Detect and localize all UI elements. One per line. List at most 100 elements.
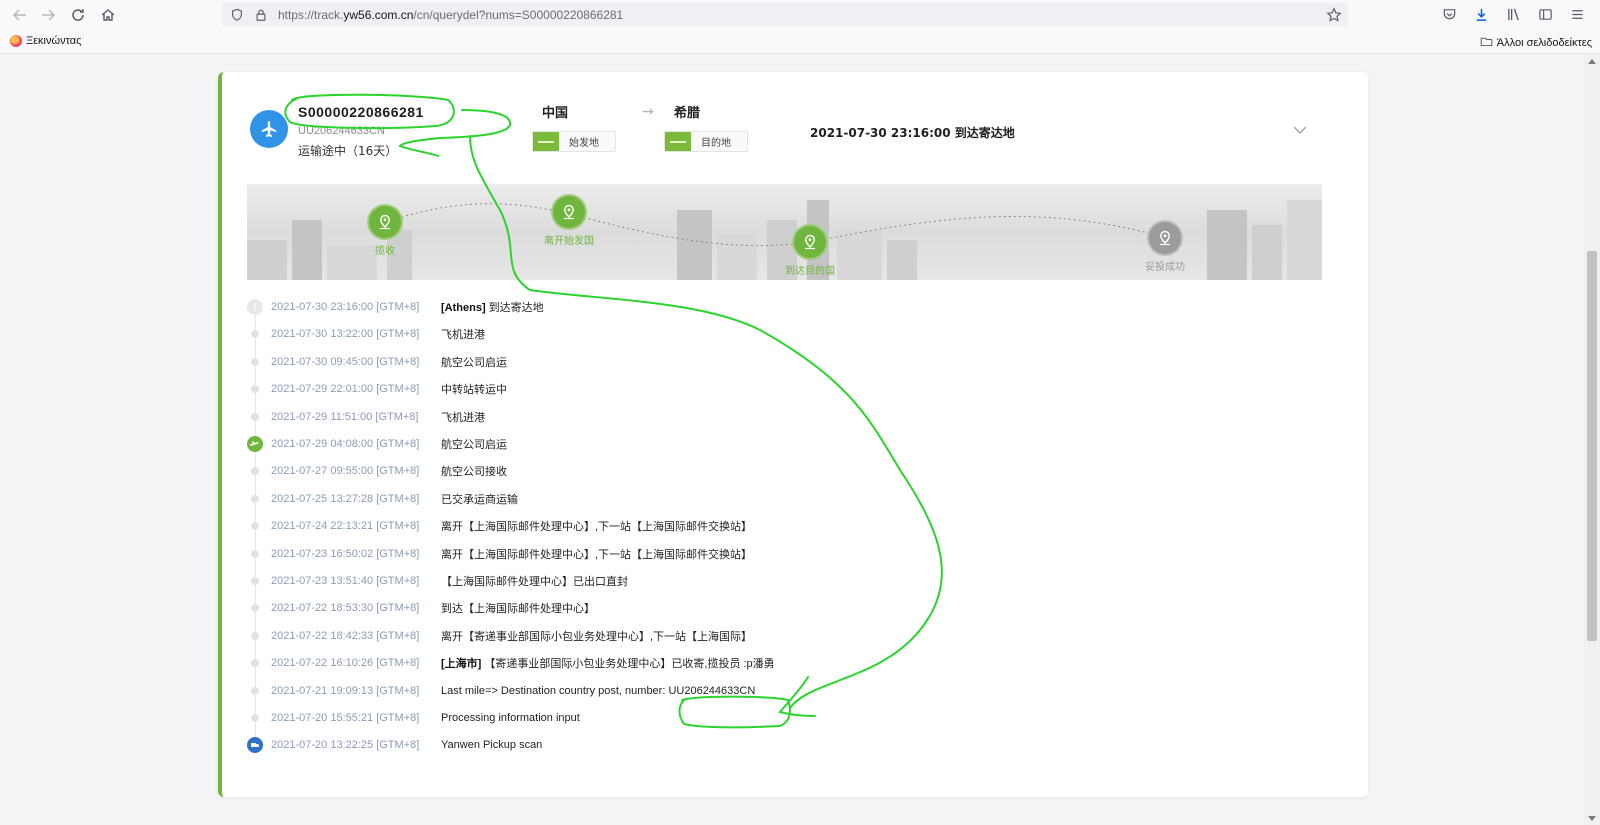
- event-description: 离开【上海国际邮件处理中心】,下一站【上海国际邮件交换站】: [441, 546, 752, 562]
- plane-takeoff-icon: [247, 436, 263, 452]
- event-time: 2021-07-20 15:55:21 [GTM+8]: [271, 712, 420, 724]
- sidebar-icon[interactable]: [1536, 5, 1554, 23]
- folder-icon: [1480, 35, 1493, 51]
- page-content: S00000220866281 UU206244633CN 运输途中（16天） …: [0, 55, 1584, 825]
- forward-icon[interactable]: [34, 1, 62, 29]
- event-location: [上海市]: [441, 658, 482, 671]
- event-text: 到达【上海国际邮件处理中心】: [441, 603, 595, 616]
- event-time: 2021-07-29 22:01:00 [GTM+8]: [271, 383, 420, 396]
- event-time: 2021-07-21 19:09:13 [GTM+8]: [271, 684, 420, 697]
- flag-icon: [665, 132, 691, 151]
- arrow-right-icon: →: [642, 104, 654, 120]
- event-text: Last mile=> Destination country post, nu…: [441, 684, 756, 697]
- event-description: Last mile=> Destination country post, nu…: [441, 685, 755, 697]
- event-description: 中转站转运中: [441, 381, 507, 397]
- milestone-label: 妥投成功: [1145, 262, 1185, 273]
- menu-icon[interactable]: [1568, 5, 1586, 23]
- plane-icon: [250, 110, 288, 148]
- event-text: Yanwen Pickup scan: [441, 739, 543, 752]
- milestone-label: 到达目的国: [785, 266, 835, 277]
- event-time: 2021-07-30 09:45:00 [GTM+8]: [271, 355, 420, 368]
- shipment-card: S00000220866281 UU206244633CN 运输途中（16天） …: [218, 72, 1368, 797]
- event-text: 离开【上海国际邮件处理中心】,下一站【上海国际邮件交换站】: [441, 548, 753, 561]
- event-text: 中转站转运中: [441, 384, 507, 397]
- truck-icon: [247, 737, 263, 754]
- bookmark-other[interactable]: Άλλοι σελιδοδείκτες: [1480, 35, 1592, 51]
- location-pin-icon: [367, 204, 403, 240]
- event-text: 航空公司启运: [441, 439, 507, 451]
- event-text: 离开【寄递事业部国际小包业务处理中心】,下一站【上海国际】: [441, 630, 753, 643]
- sub-tracking-number: UU206244633CN: [298, 125, 385, 137]
- lock-icon[interactable]: [254, 7, 270, 23]
- event-time: 2021-07-22 16:10:26 [GTM+8]: [271, 657, 420, 670]
- event-location: [Athens]: [441, 302, 486, 314]
- event-description: 离开【寄递事业部国际小包业务处理中心】,下一站【上海国际】: [441, 628, 752, 644]
- browser-toolbar: https://track.yw56.com.cn/cn/querydel?nu…: [0, 0, 1600, 30]
- url-bar[interactable]: https://track.yw56.com.cn/cn/querydel?nu…: [222, 3, 1348, 27]
- timeline-dot: [251, 714, 259, 722]
- bookmark-other-label: Άλλοι σελιδοδείκτες: [1496, 37, 1592, 49]
- event-time: 2021-07-24 22:13:21 [GTM+8]: [271, 520, 420, 533]
- reload-icon[interactable]: [64, 1, 92, 29]
- event-description: [Athens] 到达寄达地: [441, 299, 544, 315]
- download-icon[interactable]: [1472, 5, 1490, 23]
- event-time: 2021-07-23 13:51:40 [GTM+8]: [271, 575, 420, 587]
- event-time: 2021-07-22 18:53:30 [GTM+8]: [271, 602, 420, 615]
- milestone-label: 离开始发国: [544, 236, 594, 247]
- scroll-down-icon[interactable]: [1588, 816, 1596, 821]
- url-text[interactable]: https://track.yw56.com.cn/cn/querydel?nu…: [278, 8, 623, 22]
- event-description: 飞机进港: [441, 409, 485, 425]
- timeline-dot: [251, 330, 259, 339]
- tracking-number[interactable]: S00000220866281: [298, 104, 424, 120]
- event-time: 2021-07-27 09:55:00 [GTM+8]: [271, 465, 420, 478]
- timeline-dot: [251, 357, 259, 366]
- milestone-pickup: 揽收: [367, 204, 403, 257]
- origin-tag-label: 始发地: [569, 138, 599, 149]
- location-pin-icon: [1147, 220, 1183, 256]
- event-description: Processing information input: [441, 712, 580, 724]
- origin-tag: 始发地: [532, 131, 616, 152]
- milestone-label: 揽收: [375, 246, 395, 257]
- milestone-arrived-destination: 到达目的国: [785, 224, 835, 277]
- library-icon[interactable]: [1504, 5, 1522, 23]
- bookmark-getting-started[interactable]: Ξεκινώντας: [10, 35, 81, 47]
- event-text: Processing information input: [441, 712, 580, 724]
- event-text: 飞机进港: [441, 329, 485, 342]
- alert-icon: !: [247, 299, 263, 315]
- timeline-dot: [251, 549, 259, 558]
- back-icon[interactable]: [6, 1, 34, 29]
- scroll-thumb[interactable]: [1587, 251, 1597, 641]
- pocket-icon[interactable]: [1440, 5, 1458, 23]
- bookmarks-bar: Ξεκινώντας Άλλοι σελιδοδείκτες: [0, 30, 1600, 54]
- event-time: 2021-07-29 04:08:00 [GTM+8]: [271, 438, 420, 450]
- event-text: 飞机进港: [441, 411, 485, 424]
- scroll-up-icon[interactable]: [1588, 59, 1596, 64]
- event-time: 2021-07-30 13:22:00 [GTM+8]: [271, 328, 420, 341]
- event-description: 航空公司接收: [441, 463, 507, 479]
- event-description: 【上海国际邮件处理中心】已出口直封: [441, 573, 628, 589]
- event-description: [上海市] 【寄递事业部国际小包业务处理中心】已收寄,揽投员 :p潘勇: [441, 655, 775, 671]
- chevron-down-icon[interactable]: [1292, 122, 1308, 138]
- event-time: 2021-07-29 11:51:00 [GTM+8]: [271, 410, 419, 423]
- toolbar-right: [1440, 5, 1586, 23]
- location-pin-icon: [551, 194, 587, 230]
- page-scrollbar[interactable]: [1584, 55, 1600, 825]
- destination-country: 希腊: [674, 106, 701, 121]
- event-time: 2021-07-22 18:42:33 [GTM+8]: [271, 629, 420, 642]
- event-description: 航空公司启运: [441, 436, 507, 452]
- timeline-dot: [251, 412, 259, 421]
- bookmark-star-icon[interactable]: [1326, 7, 1342, 23]
- shield-icon[interactable]: [230, 7, 246, 23]
- timeline-dot: [251, 522, 259, 531]
- latest-event: 2021-07-30 23:16:00 到达寄达地: [810, 126, 1015, 140]
- progress-band: 揽收 离开始发国 到达目的国 妥投成功: [247, 184, 1322, 280]
- event-text: 【上海国际邮件处理中心】已出口直封: [441, 576, 628, 588]
- event-text: 离开【上海国际邮件处理中心】,下一站【上海国际邮件交换站】: [441, 521, 753, 534]
- event-time: 2021-07-20 13:22:25 [GTM+8]: [271, 739, 420, 752]
- timeline-dot: [251, 604, 259, 613]
- event-description: 已交承运商运输: [441, 491, 518, 507]
- timeline-dot: [251, 631, 259, 640]
- home-icon[interactable]: [94, 1, 122, 29]
- event-text: 【寄递事业部国际小包业务处理中心】已收寄,揽投员 :p潘勇: [484, 658, 775, 671]
- event-time: 2021-07-30 23:16:00 [GTM+8]: [271, 301, 420, 313]
